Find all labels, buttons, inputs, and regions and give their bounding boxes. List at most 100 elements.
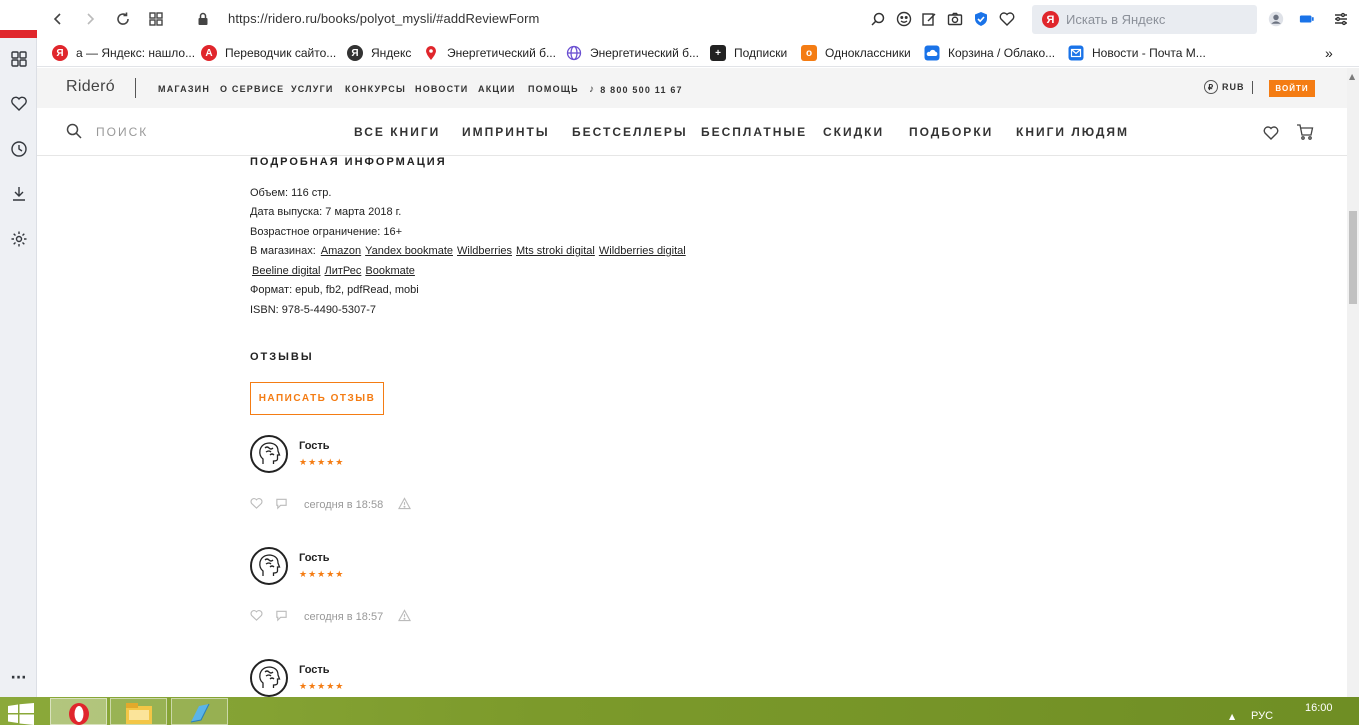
reload-icon[interactable] (112, 8, 134, 30)
review-item: Гость ★★★★★ сегодня в 18:57 (250, 547, 850, 647)
store-link-litres[interactable]: ЛитРес (325, 265, 362, 277)
odnoklassniki-icon: o (801, 45, 817, 61)
downloads-icon[interactable] (0, 178, 37, 210)
store-link-yandex-bookmate[interactable]: Yandex bookmate (365, 245, 453, 257)
detail-age: Возрастное ограничение: 16+ (250, 226, 403, 238)
heart-icon[interactable] (998, 10, 1016, 28)
bookmark-item[interactable]: Энергетический б... (566, 44, 699, 62)
scroll-up-icon[interactable]: ▲ (1349, 72, 1355, 81)
topnav-promos[interactable]: АКЦИИ (478, 84, 516, 94)
like-heart-icon[interactable] (250, 609, 263, 625)
bookmark-item[interactable]: o Одноклассники (801, 44, 911, 62)
shield-icon[interactable] (972, 10, 990, 28)
bookmark-item[interactable]: + Подписки (710, 44, 787, 62)
bookmark-item[interactable]: Корзина / Облако... (924, 44, 1055, 62)
translate-icon: A (201, 45, 217, 61)
yandex-logo-icon: Я (1042, 11, 1059, 28)
review-author[interactable]: Гость (299, 552, 330, 564)
language-indicator[interactable]: РУС (1251, 710, 1273, 722)
review-author[interactable]: Гость (299, 664, 330, 676)
topnav-help[interactable]: ПОМОЩЬ (528, 84, 579, 94)
comment-icon[interactable] (275, 497, 288, 513)
battery-icon[interactable] (1298, 10, 1316, 28)
lock-icon[interactable] (192, 8, 214, 30)
site-topbar: Rideró МАГАЗИН О СЕРВИСЕ УСЛУГИ КОНКУРСЫ… (37, 68, 1347, 108)
write-review-button[interactable]: НАПИСАТЬ ОТЗЫВ (250, 382, 384, 415)
reviews-heading: ОТЗЫВЫ (250, 351, 314, 363)
browser-sidebar: ··· (0, 0, 37, 697)
bookmarks-heart-icon[interactable] (0, 88, 37, 120)
stores-label: В магазинах: (250, 245, 316, 257)
comment-icon[interactable] (275, 609, 288, 625)
search-input[interactable]: ПОИСК (96, 125, 148, 139)
like-heart-icon[interactable] (250, 497, 263, 513)
phone-icon: ♪ (589, 84, 596, 95)
topnav-shop[interactable]: МАГАЗИН (158, 84, 210, 94)
bookmark-item[interactable]: Яа — Яндекс: нашло... (52, 44, 195, 62)
topnav-news[interactable]: НОВОСТИ (415, 84, 468, 94)
scrollbar-thumb[interactable] (1349, 211, 1357, 304)
globe-icon (566, 45, 582, 61)
back-icon[interactable] (47, 8, 69, 30)
store-link-mts-stroki[interactable]: Mts stroki digital (516, 245, 595, 257)
favorites-heart-icon[interactable] (1263, 125, 1279, 145)
guest-avatar-icon (250, 435, 288, 473)
topnav-about[interactable]: О СЕРВИСЕ (220, 84, 284, 94)
review-item: Гость ★★★★★ (250, 659, 850, 697)
cart-icon[interactable] (1296, 123, 1314, 145)
tray-expand-icon[interactable]: ▲ (1229, 712, 1235, 721)
store-link-beeline[interactable]: Beeline digital (252, 265, 321, 277)
yandex-search-box[interactable]: Я Искать в Яндекс (1032, 5, 1257, 34)
settings-gear-icon[interactable] (0, 223, 37, 255)
nav-all-books[interactable]: ВСЕ КНИГИ (354, 125, 440, 139)
bookmark-item[interactable]: Новости - Почта М... (1068, 44, 1206, 62)
bookmark-item[interactable]: Энергетический б... (423, 44, 556, 62)
more-bookmarks-icon[interactable]: » (1325, 44, 1333, 62)
emoji-icon[interactable] (895, 10, 913, 28)
report-warning-icon[interactable] (398, 609, 412, 625)
store-link-wildberries-digital[interactable]: Wildberries digital (599, 245, 686, 257)
yandex-icon: Я (52, 45, 68, 61)
nav-bestsellers[interactable]: БЕСТСЕЛЛЕРЫ (572, 125, 688, 139)
review-author[interactable]: Гость (299, 440, 330, 452)
store-link-bookmate[interactable]: Bookmate (365, 265, 415, 277)
login-button[interactable]: ВОЙТИ (1269, 80, 1315, 97)
taskbar-explorer-icon[interactable] (110, 698, 167, 725)
store-link-amazon[interactable]: Amazon (321, 245, 361, 257)
history-clock-icon[interactable] (0, 133, 37, 165)
taskbar-opera-icon[interactable] (50, 698, 107, 725)
topnav-services[interactable]: УСЛУГИ (291, 84, 334, 94)
clock[interactable]: 16:00 (1305, 702, 1333, 714)
nav-free[interactable]: БЕСПЛАТНЫЕ (701, 125, 807, 139)
topnav-contests[interactable]: КОНКУРСЫ (345, 84, 406, 94)
page-search-icon[interactable] (869, 10, 887, 28)
address-url[interactable]: https://ridero.ru/books/polyot_mysli/#ad… (228, 11, 539, 26)
report-warning-icon[interactable] (398, 497, 412, 513)
nav-collections[interactable]: ПОДБОРКИ (909, 125, 993, 139)
nav-books-to-people[interactable]: КНИГИ ЛЮДЯМ (1016, 125, 1129, 139)
more-dots-icon[interactable]: ··· (0, 662, 37, 694)
bookmark-item[interactable]: Я Яндекс (347, 44, 411, 62)
forward-icon[interactable] (79, 8, 101, 30)
windows-start-icon[interactable] (8, 703, 34, 725)
edit-icon[interactable] (920, 10, 938, 28)
store-link-wildberries[interactable]: Wildberries (457, 245, 512, 257)
ruble-icon: ₽ (1204, 80, 1218, 94)
phone-link[interactable]: ♪ 8 800 500 11 67 (589, 84, 683, 95)
easy-setup-icon[interactable] (1332, 10, 1350, 28)
camera-icon[interactable] (946, 10, 964, 28)
profile-avatar-icon[interactable] (1266, 9, 1286, 29)
search-icon[interactable] (66, 123, 82, 143)
browser-toolbar: https://ridero.ru/books/polyot_mysli/#ad… (37, 0, 1359, 38)
site-logo[interactable]: Rideró (66, 78, 115, 96)
currency-selector[interactable]: ₽ RUB (1204, 80, 1245, 94)
taskbar-app-icon[interactable] (171, 698, 228, 725)
bookmark-item[interactable]: A Переводчик сайто... (201, 44, 336, 62)
speed-dial-icon[interactable] (0, 43, 37, 75)
tabs-grid-icon[interactable] (145, 8, 167, 30)
plus-icon: + (710, 45, 726, 61)
page-scrollbar[interactable]: ▲ (1347, 68, 1359, 697)
nav-discounts[interactable]: СКИДКИ (823, 125, 884, 139)
guest-avatar-icon (250, 659, 288, 697)
nav-imprints[interactable]: ИМПРИНТЫ (462, 125, 550, 139)
